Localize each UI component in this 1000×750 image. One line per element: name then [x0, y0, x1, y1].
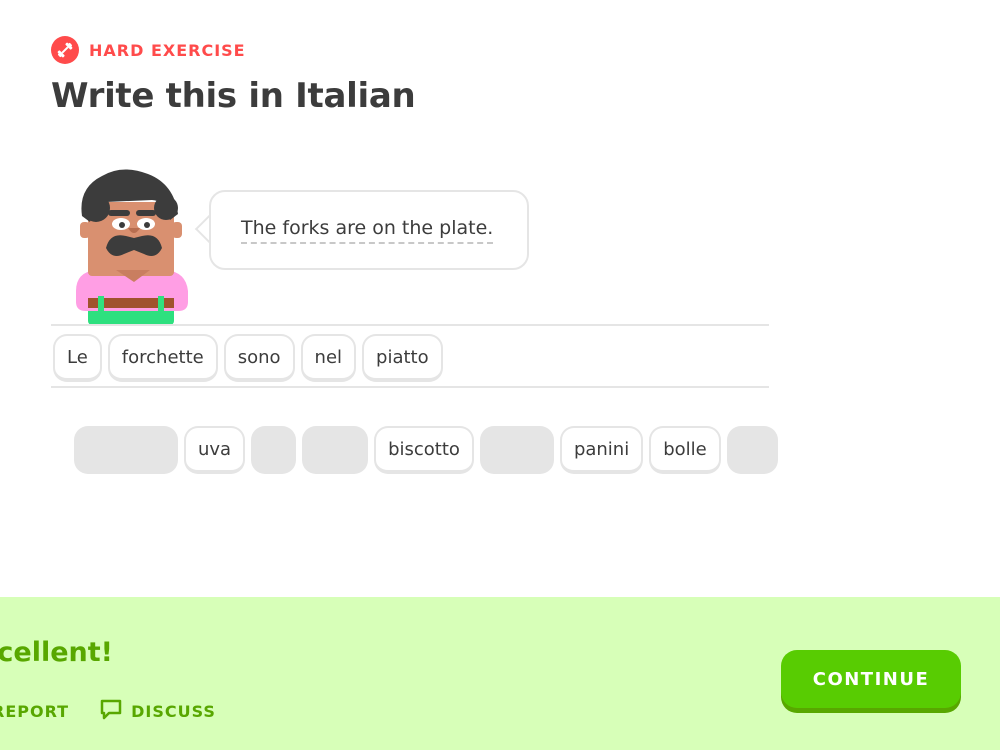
word-bank-tile[interactable]: biscotto [374, 426, 474, 474]
answer-tile[interactable]: sono [223, 334, 295, 382]
word-bank-tile[interactable]: uva [184, 426, 246, 474]
continue-button[interactable]: CONTINUE [781, 650, 961, 708]
word-bank-empty-slot [302, 426, 369, 474]
result-title: xcellent! [0, 637, 113, 668]
dumbbell-icon [51, 36, 79, 64]
prompt-sentence[interactable]: The forks are on the plate. [241, 217, 494, 244]
answer-tile[interactable]: Le [53, 334, 102, 382]
speech-bubble-icon [99, 697, 123, 725]
badge-label: HARD EXERCISE [89, 40, 246, 60]
report-button[interactable]: REPORT [0, 702, 69, 721]
answer-bottom-line [51, 386, 769, 388]
word-bank-empty-slot [251, 426, 297, 474]
answer-tile[interactable]: forchette [107, 334, 218, 382]
report-label: REPORT [0, 701, 70, 721]
footer-links: REPORT DISCUSS [0, 697, 216, 725]
exercise-screen: HARD EXERCISE Write this in Italian The … [0, 0, 1000, 750]
answer-tiles: Le forchette sono nel piatto [53, 334, 443, 382]
word-bank-tile[interactable]: panini [559, 426, 644, 474]
word-bank-empty-slot [74, 426, 178, 474]
page-title: Write this in Italian [51, 76, 416, 116]
word-bank-empty-slot [726, 426, 778, 474]
discuss-label: DISCUSS [131, 701, 216, 721]
character-illustration [66, 166, 196, 326]
word-bank-tile[interactable]: bolle [649, 426, 721, 474]
discuss-button[interactable]: DISCUSS [99, 697, 216, 725]
word-bank-empty-slot [479, 426, 554, 474]
answer-tile[interactable]: piatto [362, 334, 443, 382]
exercise-badge: HARD EXERCISE [51, 36, 246, 64]
speech-bubble: The forks are on the plate. [209, 190, 529, 270]
word-bank: uva biscotto panini bolle [74, 426, 778, 474]
answer-tile[interactable]: nel [300, 334, 357, 382]
result-footer: xcellent! REPORT DISCUSS CONTINUE [0, 597, 1000, 750]
answer-top-line [51, 324, 769, 326]
